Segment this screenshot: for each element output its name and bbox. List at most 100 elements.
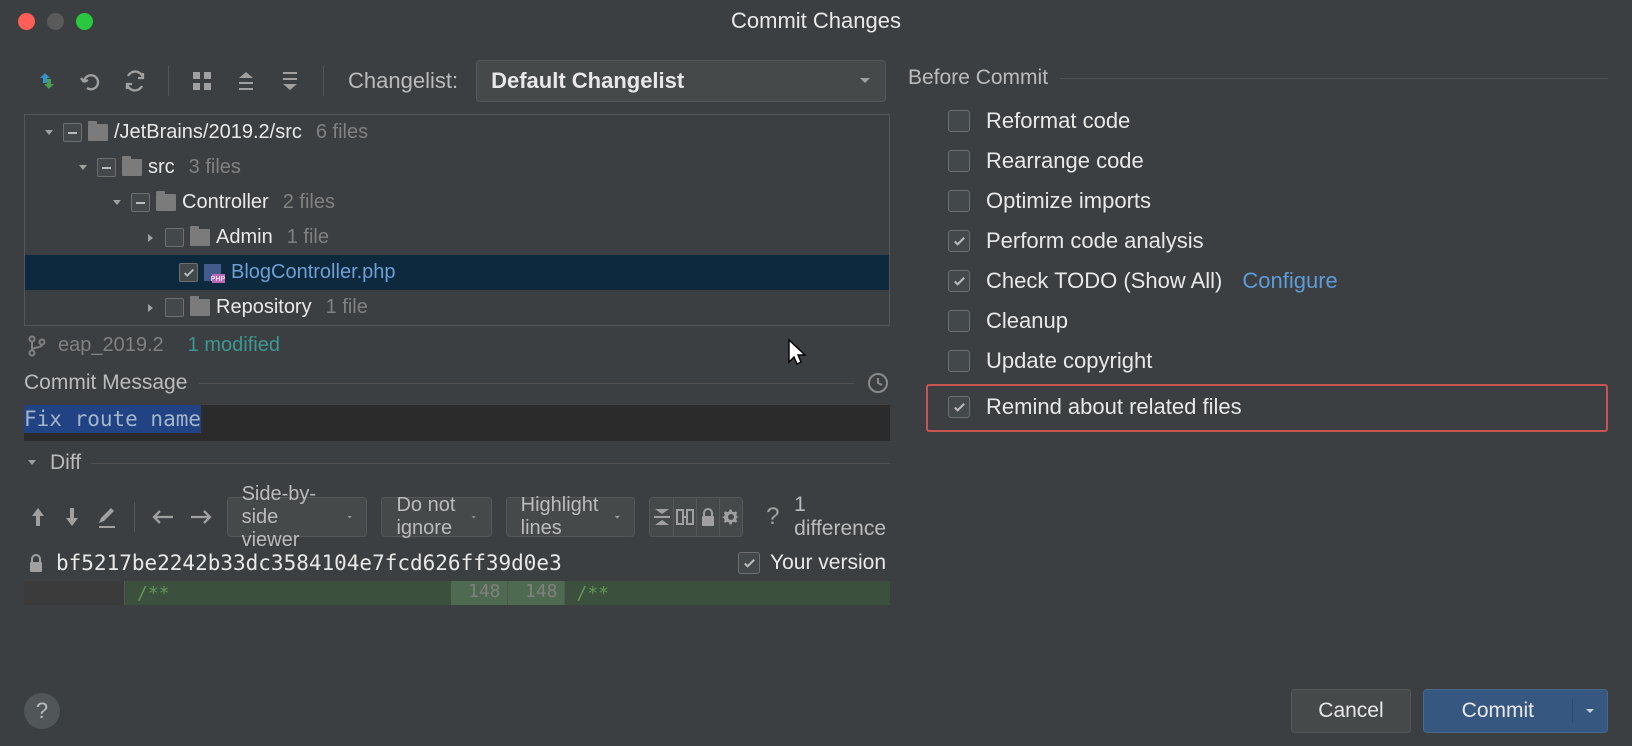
opt-copyright[interactable]: Update copyright — [948, 348, 1608, 374]
undo-icon[interactable] — [78, 68, 104, 94]
tree-row-admin[interactable]: Admin 1 file — [25, 220, 889, 255]
opt-rearrange[interactable]: Rearrange code — [948, 148, 1608, 174]
collapse-unchanged-icon[interactable] — [650, 498, 673, 536]
checkbox[interactable] — [165, 228, 184, 247]
opt-remind[interactable]: Remind about related files — [948, 394, 1586, 420]
diff-toolbar: Side-by-side viewer Do not ignore Highli… — [24, 493, 890, 541]
diff-preview[interactable]: /** 148 148 /** — [24, 581, 890, 605]
nav-forward-icon[interactable] — [189, 504, 213, 530]
commit-message-text: Fix route name — [24, 405, 201, 433]
tree-count: 2 files — [283, 191, 335, 214]
edit-icon[interactable] — [96, 504, 118, 530]
diff-count: 1 difference — [794, 493, 886, 541]
close-window-button[interactable] — [18, 13, 35, 30]
folder-icon — [190, 229, 210, 246]
commit-hash: bf5217be2242b33dc3584104e7fcd626ff39d0e3 — [56, 551, 562, 575]
collapse-arrow-icon[interactable] — [143, 302, 159, 314]
nav-back-icon[interactable] — [151, 504, 175, 530]
tree-row-src[interactable]: src 3 files — [25, 150, 889, 185]
svg-text:PHP: PHP — [211, 276, 225, 283]
your-version-label: Your version — [770, 551, 886, 575]
chevron-down-icon — [614, 514, 621, 521]
your-version-checkbox[interactable] — [738, 552, 760, 574]
maximize-window-button[interactable] — [76, 13, 93, 30]
commit-dropdown[interactable] — [1573, 708, 1607, 715]
folder-icon — [156, 194, 176, 211]
changelist-select[interactable]: Default Changelist — [476, 60, 886, 102]
opt-analyze[interactable]: Perform code analysis — [948, 228, 1608, 254]
opt-reformat[interactable]: Reformat code — [948, 108, 1608, 134]
collapse-arrow-icon[interactable] — [24, 457, 40, 469]
changes-tree[interactable]: /JetBrains/2019.2/src 6 files src 3 file… — [24, 114, 890, 326]
collapse-arrow-icon[interactable] — [143, 232, 159, 244]
tree-row-repo[interactable]: Repository 1 file — [25, 290, 889, 325]
chevron-down-icon — [859, 77, 871, 85]
tree-label: BlogController.php — [231, 261, 396, 284]
help-button[interactable]: ? — [24, 693, 60, 729]
changelist-label: Changelist: — [348, 68, 458, 94]
opt-optimize[interactable]: Optimize imports — [948, 188, 1608, 214]
prev-change-icon[interactable] — [28, 504, 48, 530]
tree-label: /JetBrains/2019.2/src — [114, 121, 302, 144]
tree-label: Controller — [182, 191, 269, 214]
history-icon[interactable] — [866, 371, 890, 395]
expand-arrow-icon[interactable] — [75, 162, 91, 174]
tree-row-blog[interactable]: PHP BlogController.php — [25, 255, 889, 290]
expand-all-icon[interactable] — [233, 68, 259, 94]
window-controls — [0, 13, 93, 30]
opt-cleanup[interactable]: Cleanup — [948, 308, 1608, 334]
lock-icon[interactable] — [697, 498, 720, 536]
help-icon[interactable]: ? — [765, 504, 780, 530]
folder-icon — [88, 124, 108, 141]
tree-label: src — [148, 156, 175, 179]
refresh-icon[interactable] — [122, 68, 148, 94]
next-change-icon[interactable] — [62, 504, 82, 530]
tree-count: 1 file — [287, 226, 329, 249]
modified-count: 1 modified — [188, 334, 280, 357]
changelist-value: Default Changelist — [491, 68, 684, 94]
diff-label: Diff — [50, 451, 81, 475]
commit-button[interactable]: Commit — [1423, 689, 1608, 733]
cancel-button[interactable]: Cancel — [1291, 689, 1410, 733]
tree-count: 1 file — [326, 296, 368, 319]
tree-row-root[interactable]: /JetBrains/2019.2/src 6 files — [25, 115, 889, 150]
opt-todo[interactable]: Check TODO (Show All)Configure — [948, 268, 1608, 294]
folder-icon — [122, 159, 142, 176]
group-by-icon[interactable] — [189, 68, 215, 94]
tristate-checkbox[interactable] — [131, 193, 150, 212]
tristate-checkbox[interactable] — [63, 123, 82, 142]
diff-view-options — [649, 497, 743, 537]
tree-count: 3 files — [189, 156, 241, 179]
dialog-footer: ? Cancel Commit — [0, 676, 1632, 746]
tree-row-controller[interactable]: Controller 2 files — [25, 185, 889, 220]
configure-link[interactable]: Configure — [1242, 268, 1337, 294]
checkbox-checked[interactable] — [179, 263, 198, 282]
branch-icon — [28, 335, 46, 357]
highlighted-option: Remind about related files — [926, 384, 1608, 432]
highlight-select[interactable]: Highlight lines — [506, 497, 636, 537]
window-title: Commit Changes — [0, 8, 1632, 34]
tristate-checkbox[interactable] — [97, 158, 116, 177]
viewer-mode-select[interactable]: Side-by-side viewer — [227, 497, 368, 537]
gear-icon[interactable] — [720, 498, 742, 536]
commit-message-input[interactable]: Fix route name — [24, 405, 890, 441]
php-file-icon: PHP — [204, 262, 225, 283]
titlebar: Commit Changes — [0, 0, 1632, 42]
collapse-diff-icon[interactable] — [34, 68, 60, 94]
tree-count: 6 files — [316, 121, 368, 144]
chevron-down-icon — [471, 514, 476, 521]
commit-message-label: Commit Message — [24, 371, 187, 395]
minimize-window-button[interactable] — [47, 13, 64, 30]
sync-scroll-icon[interactable] — [674, 498, 697, 536]
chevron-down-icon — [347, 514, 352, 521]
expand-arrow-icon[interactable] — [41, 127, 57, 139]
lock-icon — [28, 553, 44, 573]
whitespace-select[interactable]: Do not ignore — [381, 497, 491, 537]
expand-arrow-icon[interactable] — [109, 197, 125, 209]
tree-label: Repository — [216, 296, 312, 319]
branch-name: eap_2019.2 — [58, 334, 164, 357]
before-commit-label: Before Commit — [908, 66, 1048, 90]
collapse-all-icon[interactable] — [277, 68, 303, 94]
checkbox[interactable] — [165, 298, 184, 317]
changes-toolbar: Changelist: Default Changelist — [24, 52, 890, 114]
